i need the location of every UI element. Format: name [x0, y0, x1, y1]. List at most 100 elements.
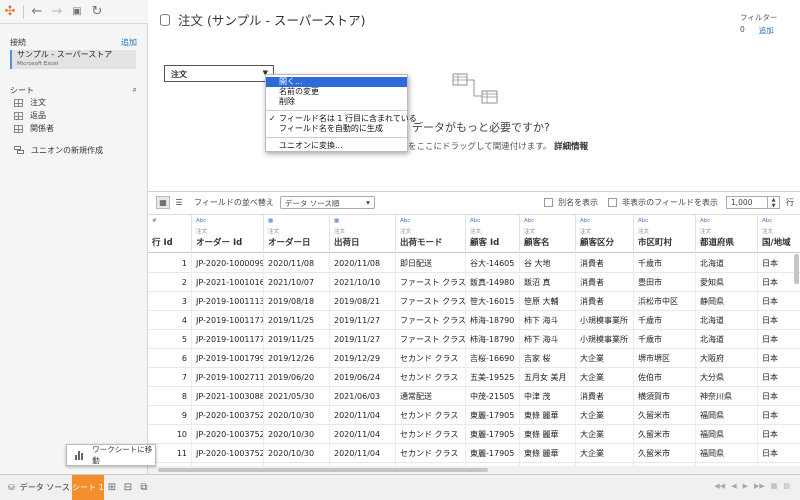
next-tab-icon[interactable]: ▶ — [743, 482, 748, 490]
table-cell: 10 — [148, 425, 192, 444]
table-cell: 2019/08/18 — [264, 292, 330, 311]
table-cell: 中茂-21505 — [466, 387, 520, 406]
column-header-type: Abc — [700, 218, 711, 224]
menu-item-delete[interactable]: 削除 — [266, 97, 407, 107]
grid-view-icon[interactable]: ▦ — [156, 196, 170, 209]
menu-item-convert-to-union[interactable]: ユニオンに変換... — [266, 141, 407, 151]
show-aliases-option[interactable]: 別名を表示 — [544, 197, 598, 208]
tab-data-source[interactable]: ⛁ データ ソース — [0, 475, 72, 500]
table-cell: セカンド クラス — [396, 368, 466, 387]
table-cell: 久留米市 — [634, 444, 696, 463]
tableau-logo-icon[interactable]: ✣ — [0, 2, 20, 22]
table-row: 8 JP-2021-1003088 2021/05/30 2021/06/03 通常配送… — [148, 387, 800, 406]
datasource-title[interactable]: 注文 (サンプル - スーパーストア) — [160, 10, 366, 29]
table-cell: 消費者 — [576, 292, 634, 311]
table-row: 3 JP-2019-1001113 2019/08/18 2019/08/21 ファース… — [148, 292, 800, 311]
table-cell: 2019/12/29 — [330, 349, 396, 368]
table-cell: 消費者 — [576, 254, 634, 273]
save-icon[interactable]: ▣ — [67, 2, 87, 22]
column-header[interactable]: # 行 Id — [148, 215, 192, 253]
new-worksheet-icon[interactable]: ⊞ — [104, 475, 120, 500]
table-cell: セカンド クラス — [396, 444, 466, 463]
table-pill-orders[interactable]: 注文 ▼ — [164, 65, 274, 82]
table-cell: 日本 — [758, 349, 800, 368]
tab-sheet-1[interactable]: シート 1 — [72, 474, 104, 500]
table-cell: 2019/11/27 — [330, 330, 396, 349]
table-cell: JP-2019-1001177 — [192, 311, 264, 330]
bar-chart-icon — [75, 450, 84, 460]
last-tab-icon[interactable]: ▶▶ — [754, 482, 765, 490]
forward-arrow-icon[interactable]: → — [47, 2, 67, 22]
table-cell: 2019/06/20 — [264, 368, 330, 387]
column-header[interactable]: Abc 注文 市区町村 — [634, 215, 696, 253]
new-story-icon[interactable]: ⧉ — [136, 475, 152, 500]
column-header-src: 注文 — [580, 229, 592, 235]
new-dashboard-icon[interactable]: ⊟ — [120, 475, 136, 500]
filmstrip-view-icon[interactable]: ▦ — [771, 482, 778, 490]
search-sheets-icon[interactable]: ⌕ — [133, 85, 137, 96]
column-header-type: Abc — [580, 218, 591, 224]
table-row: 9 JP-2020-1003752 2020/10/30 2020/11/04 セカンド… — [148, 406, 800, 425]
table-cell: 北海道 — [696, 330, 758, 349]
column-header[interactable]: Abc 注文 顧客区分 — [576, 215, 634, 253]
refresh-icon[interactable]: ↻ — [87, 2, 107, 22]
sheets-label: シート — [10, 86, 34, 95]
list-view-icon[interactable]: ☰ — [172, 196, 186, 209]
add-filter-link[interactable]: 追加 — [759, 25, 774, 36]
column-header-type: Abc — [524, 218, 535, 224]
column-header[interactable]: Abc 注文 オーダー Id — [192, 215, 264, 253]
sheets-header: シート ⌕ — [10, 85, 137, 96]
first-tab-icon[interactable]: ◀◀ — [714, 482, 725, 490]
scrollbar-thumb[interactable] — [158, 468, 488, 472]
table-cell: 日本 — [758, 387, 800, 406]
tabs-view-icon[interactable]: ▤ — [783, 482, 790, 490]
table-cell: セカンド クラス — [396, 406, 466, 425]
rows-stepper[interactable]: ▲ ▼ — [768, 196, 780, 209]
show-aliases-checkbox[interactable] — [544, 198, 554, 207]
column-header[interactable]: Abc 注文 出荷モード — [396, 215, 466, 253]
menu-item-field-names-first-row[interactable]: ✓ フィールド名は 1 行目に含まれている — [266, 114, 417, 124]
table-cell: 福岡県 — [696, 406, 758, 425]
column-header[interactable]: Abc 注文 都道府県 — [696, 215, 758, 253]
back-arrow-icon[interactable]: ← — [27, 2, 47, 22]
column-header[interactable]: Abc 注文 顧客 Id — [466, 215, 520, 253]
new-union-item[interactable]: ユニオンの新規作成 — [14, 145, 103, 156]
learn-more-link[interactable]: 詳細情報 — [554, 142, 588, 152]
menu-item-open[interactable]: 開く... — [266, 77, 407, 87]
table-cell: ファースト クラス — [396, 311, 466, 330]
show-hidden-option[interactable]: 非表示のフィールドを表示 — [608, 197, 718, 208]
prev-tab-icon[interactable]: ◀ — [731, 482, 736, 490]
menu-item-rename[interactable]: 名前の変更 — [266, 87, 407, 97]
column-header[interactable]: Abc 注文 顧客名 — [520, 215, 576, 253]
table-cell: ファースト クラス — [396, 273, 466, 292]
filter-count: 0 — [740, 25, 745, 34]
show-hidden-checkbox[interactable] — [608, 198, 618, 207]
data-grid: # 行 Id Abc 注文 オーダー Id ▦ 注文 オーダー日 ▦ 注文 出荷日 Abc 注文 出荷モー… — [148, 214, 800, 466]
table-cell: 千歳市 — [634, 254, 696, 273]
table-cell: 2021/06/03 — [330, 387, 396, 406]
table-cell: 東條 麗華 — [520, 406, 576, 425]
table-cell: 2019/11/25 — [264, 311, 330, 330]
connection-item[interactable]: サンプル - スーパーストア Microsoft Excel — [10, 50, 136, 69]
column-header[interactable]: Abc 注文 国/地域 — [758, 215, 800, 253]
table-cell: 神奈川県 — [696, 387, 758, 406]
column-header[interactable]: ▦ 注文 オーダー日 — [264, 215, 330, 253]
sheet-item-people[interactable]: 関係者 — [14, 123, 54, 134]
add-connection-link[interactable]: 追加 — [121, 37, 137, 48]
tab-navigation: ◀◀ ◀ ▶ ▶▶ ▦ ▤ — [714, 482, 790, 490]
table-cell: 2020/11/04 — [330, 406, 396, 425]
table-cell: ファースト クラス — [396, 292, 466, 311]
column-header[interactable]: ▦ 注文 出荷日 — [330, 215, 396, 253]
sheet-item-orders[interactable]: 注文 — [14, 97, 46, 108]
chevron-down-icon: ▾ — [366, 198, 370, 207]
filter-label: フィルター — [740, 13, 778, 22]
show-hidden-label: 非表示のフィールドを表示 — [622, 198, 718, 207]
sort-fields-select[interactable]: データ ソース順 ▾ — [279, 196, 375, 209]
table-cell: 2019/06/24 — [330, 368, 396, 387]
sheet-item-returns[interactable]: 返品 — [14, 110, 46, 121]
vertical-scrollbar[interactable] — [794, 254, 799, 284]
horizontal-scrollbar[interactable] — [148, 466, 800, 474]
table-cell: 柿海-18790 — [466, 330, 520, 349]
rows-count-input[interactable]: 1,000 — [726, 196, 768, 209]
menu-item-generate-field-names[interactable]: フィールド名を自動的に生成 — [266, 124, 407, 134]
